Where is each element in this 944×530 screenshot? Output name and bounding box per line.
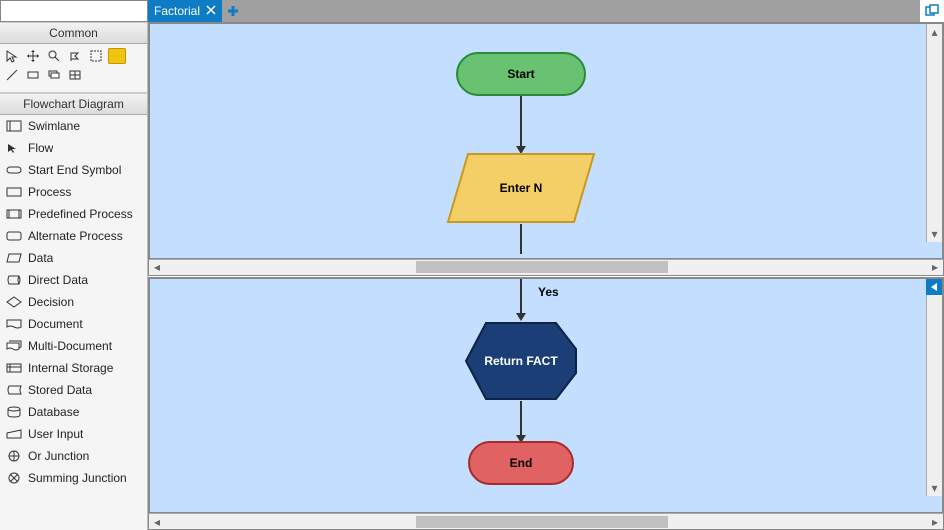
top-pane: Start Enter N ▴ ▾ bbox=[148, 22, 944, 276]
alternate-icon bbox=[6, 229, 22, 243]
process-icon bbox=[6, 185, 22, 199]
direct-data-icon bbox=[6, 273, 22, 287]
zoom-tool-icon[interactable] bbox=[45, 48, 63, 64]
shape-stored-data[interactable]: Stored Data bbox=[0, 379, 147, 401]
stored-data-icon bbox=[6, 383, 22, 397]
shape-or-junction[interactable]: Or Junction bbox=[0, 445, 147, 467]
document-icon bbox=[6, 317, 22, 331]
scroll-right-icon[interactable]: ▸ bbox=[927, 515, 943, 529]
user-input-icon bbox=[6, 427, 22, 441]
data-icon bbox=[6, 251, 22, 265]
tab-label: Factorial bbox=[154, 4, 200, 18]
shape-decision[interactable]: Decision bbox=[0, 291, 147, 313]
shape-predefined[interactable]: Predefined Process bbox=[0, 203, 147, 225]
shape-process[interactable]: Process bbox=[0, 181, 147, 203]
predefined-icon bbox=[6, 207, 22, 221]
end-node[interactable]: End bbox=[468, 441, 574, 485]
marker-tool-icon[interactable] bbox=[66, 48, 84, 64]
select-tool-icon[interactable] bbox=[87, 48, 105, 64]
rect-tool-icon[interactable] bbox=[24, 67, 42, 83]
shape-database[interactable]: Database bbox=[0, 401, 147, 423]
sidebar: Common Flowchart Diagram Swimlane Flow S… bbox=[0, 0, 148, 530]
or-junction-icon bbox=[6, 449, 22, 463]
scroll-down-icon[interactable]: ▾ bbox=[928, 226, 942, 242]
scroll-left-icon[interactable]: ◂ bbox=[149, 515, 165, 529]
flowchart-section-header[interactable]: Flowchart Diagram bbox=[0, 93, 147, 115]
shape-flow[interactable]: Flow bbox=[0, 137, 147, 159]
terminator-icon bbox=[6, 163, 22, 177]
common-section-header[interactable]: Common bbox=[0, 22, 147, 44]
display-node-label: Return FACT bbox=[464, 321, 578, 401]
connector bbox=[520, 96, 522, 148]
vertical-scrollbar[interactable]: ▴ ▾ bbox=[926, 279, 942, 497]
connector bbox=[520, 279, 522, 315]
line-tool-icon[interactable] bbox=[3, 67, 21, 83]
window-button[interactable] bbox=[920, 0, 944, 22]
stack-tool-icon[interactable] bbox=[45, 67, 63, 83]
shape-user-input[interactable]: User Input bbox=[0, 423, 147, 445]
input-node-label: Enter N bbox=[446, 152, 596, 224]
shape-direct-data[interactable]: Direct Data bbox=[0, 269, 147, 291]
collapse-pane-button[interactable] bbox=[926, 279, 942, 295]
shape-multi-document[interactable]: Multi-Document bbox=[0, 335, 147, 357]
scroll-up-icon[interactable]: ▴ bbox=[928, 24, 942, 40]
start-node[interactable]: Start bbox=[456, 52, 586, 96]
summing-junction-icon bbox=[6, 471, 22, 485]
database-icon bbox=[6, 405, 22, 419]
horizontal-scrollbar[interactable]: ◂ ▸ bbox=[149, 513, 943, 529]
decision-icon bbox=[6, 295, 22, 309]
connector bbox=[520, 224, 522, 254]
tab-close-icon[interactable] bbox=[206, 4, 216, 18]
table-tool-icon[interactable] bbox=[66, 67, 84, 83]
internal-storage-icon bbox=[6, 361, 22, 375]
arrowhead-icon bbox=[516, 313, 526, 321]
flow-icon bbox=[6, 141, 22, 155]
shape-summing-junction[interactable]: Summing Junction bbox=[0, 467, 147, 489]
multi-document-icon bbox=[6, 339, 22, 353]
bottom-pane: Yes Return FACT End ▴ ▾ bbox=[148, 277, 944, 530]
tab-factorial[interactable]: Factorial bbox=[148, 0, 222, 22]
horizontal-scrollbar[interactable]: ◂ ▸ bbox=[149, 259, 943, 275]
shape-data[interactable]: Data bbox=[0, 247, 147, 269]
swimlane-icon bbox=[6, 119, 22, 133]
shape-internal-storage[interactable]: Internal Storage bbox=[0, 357, 147, 379]
branch-label: Yes bbox=[538, 285, 559, 299]
shape-start-end[interactable]: Start End Symbol bbox=[0, 159, 147, 181]
scroll-left-icon[interactable]: ◂ bbox=[149, 260, 165, 274]
common-tools bbox=[0, 44, 147, 93]
scroll-down-icon[interactable]: ▾ bbox=[928, 480, 942, 496]
shape-alternate[interactable]: Alternate Process bbox=[0, 225, 147, 247]
tab-add-button[interactable] bbox=[222, 0, 244, 22]
shape-swimlane[interactable]: Swimlane bbox=[0, 115, 147, 137]
top-canvas[interactable]: Start Enter N ▴ ▾ bbox=[149, 23, 943, 259]
shape-document[interactable]: Document bbox=[0, 313, 147, 335]
bottom-canvas[interactable]: Yes Return FACT End ▴ ▾ bbox=[149, 278, 943, 514]
search-input[interactable] bbox=[0, 0, 148, 22]
pointer-tool-icon[interactable] bbox=[3, 48, 21, 64]
pan-tool-icon[interactable] bbox=[24, 48, 42, 64]
main-area: Factorial Start Enter N bbox=[148, 0, 944, 530]
shape-palette: Swimlane Flow Start End Symbol Process P… bbox=[0, 115, 147, 530]
scroll-right-icon[interactable]: ▸ bbox=[927, 260, 943, 274]
tab-bar: Factorial bbox=[148, 0, 944, 22]
vertical-scrollbar[interactable]: ▴ ▾ bbox=[926, 24, 942, 242]
folder-tool-icon[interactable] bbox=[108, 48, 126, 64]
connector bbox=[520, 401, 522, 437]
